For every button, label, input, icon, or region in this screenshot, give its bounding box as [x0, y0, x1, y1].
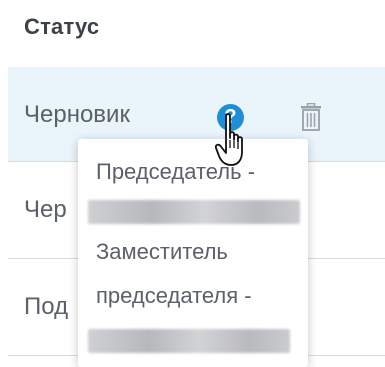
- redacted-name: [88, 329, 290, 353]
- redacted-name: [88, 200, 300, 224]
- tooltip-chairman-label: Председатель -: [96, 159, 256, 184]
- question-circle-icon[interactable]: ?: [217, 104, 244, 131]
- status-cell: Чер: [24, 196, 67, 223]
- status-table: Статус Черновик ? Чер Под Председатель -…: [0, 0, 385, 367]
- status-cell: Черновик: [24, 101, 130, 128]
- tooltip-deputy-label-cont: председателя -: [96, 283, 252, 308]
- tooltip-deputy-label: Заместитель: [96, 239, 228, 264]
- column-header-status: Статус: [24, 14, 100, 39]
- status-cell: Под: [24, 293, 69, 320]
- trash-icon[interactable]: [300, 102, 322, 131]
- tooltip-popover: Председатель - Заместитель председателя …: [78, 139, 308, 367]
